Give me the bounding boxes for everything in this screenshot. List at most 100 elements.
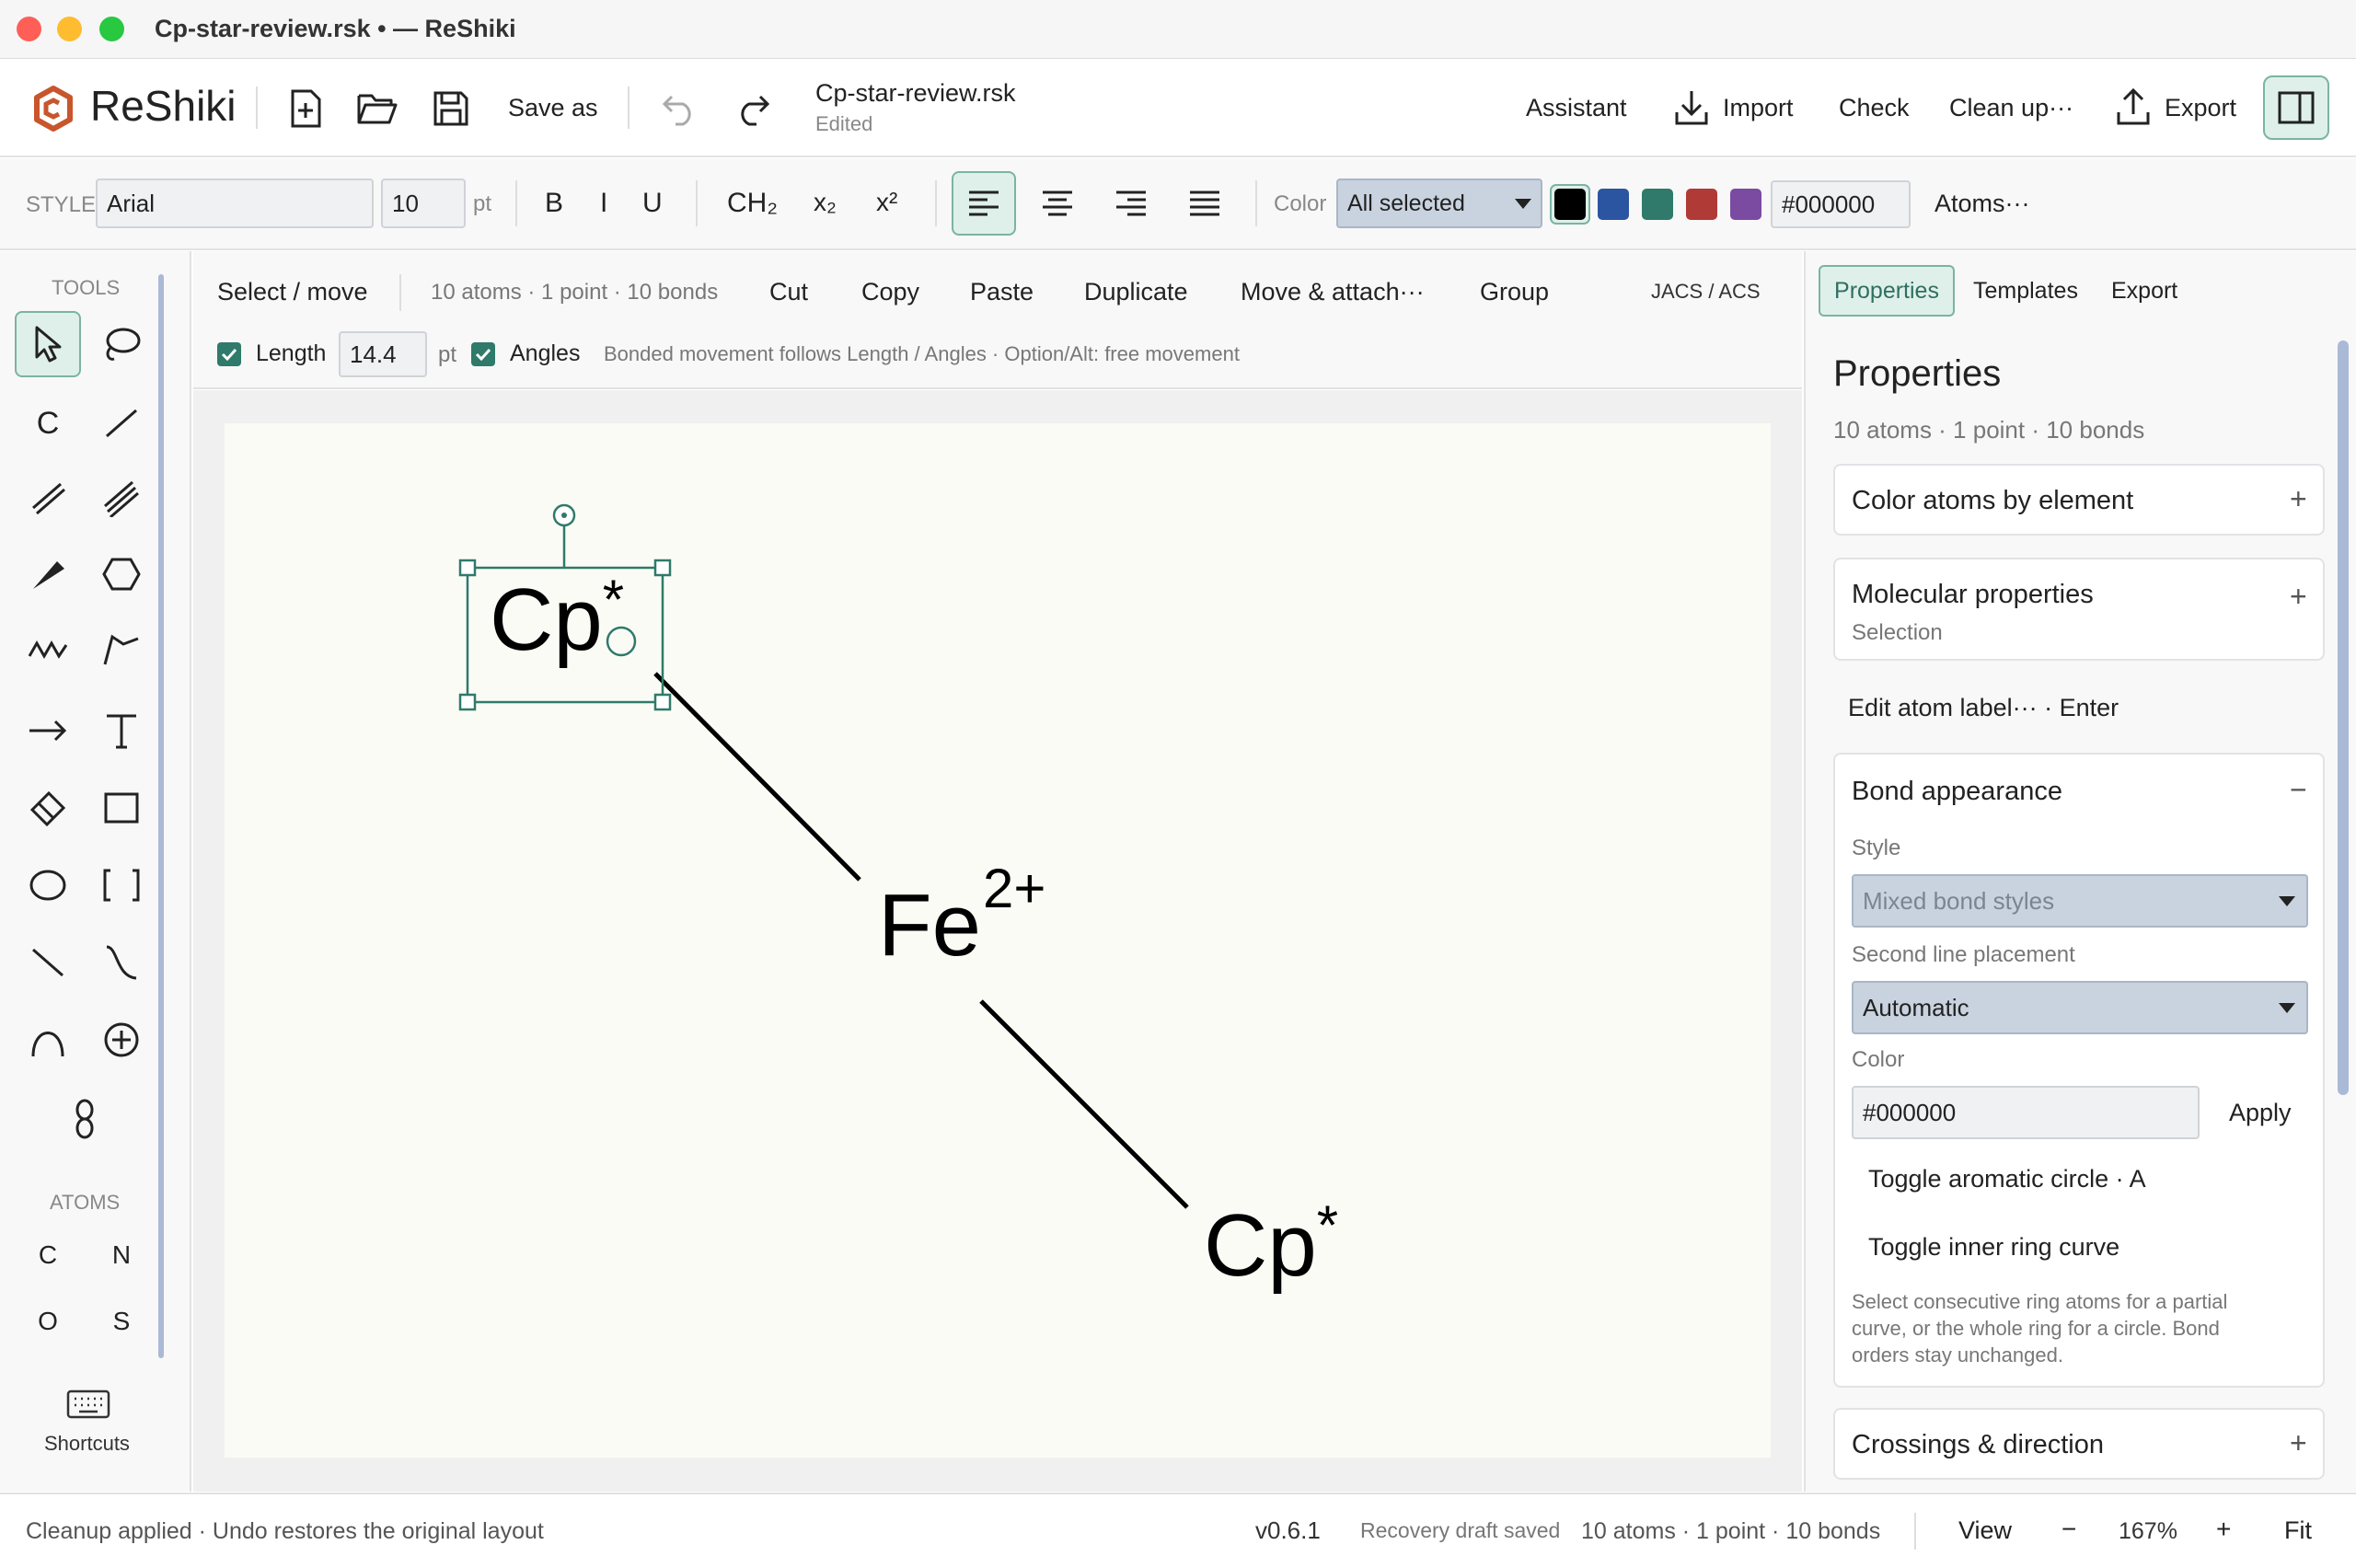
bold-button[interactable]: B [545, 188, 563, 219]
text-tool[interactable] [88, 698, 155, 764]
select-tool[interactable] [15, 311, 81, 377]
brackets-tool[interactable] [88, 852, 155, 918]
move-attach-button[interactable]: Move & attach··· [1241, 278, 1425, 306]
freeform-chain-tool[interactable] [88, 617, 155, 683]
tab-templates[interactable]: Templates [1973, 278, 2078, 305]
redo-button[interactable] [725, 81, 780, 136]
save-button[interactable] [423, 81, 479, 136]
bond-color-field[interactable]: #000000 [1852, 1086, 2200, 1139]
expand-plus-icon[interactable]: + [2290, 1426, 2307, 1460]
color-atoms-card[interactable]: Color atoms by element + [1833, 464, 2325, 536]
atom-n-button[interactable]: N [94, 1240, 149, 1270]
superscript-button[interactable]: x² [876, 188, 897, 217]
export-button[interactable]: Export [2165, 94, 2236, 122]
orbital-tool[interactable] [52, 1086, 118, 1152]
fit-button[interactable]: Fit [2284, 1516, 2312, 1545]
length-input[interactable]: 14.4 [339, 331, 427, 377]
atom-o-button[interactable]: O [20, 1307, 75, 1336]
wedge-bond-tool[interactable] [15, 541, 81, 607]
select-move-mode[interactable]: Select / move [217, 278, 368, 306]
double-bond-tool[interactable] [15, 466, 81, 532]
swatch-black[interactable] [1554, 189, 1586, 220]
arc-tool[interactable] [15, 1007, 81, 1073]
toggle-inner-ring-button[interactable]: Toggle inner ring curve [1868, 1233, 2119, 1262]
atom-label-cp-bottom[interactable]: Cp* [1204, 1198, 1338, 1290]
edit-atom-label-button[interactable]: Edit atom label··· · Enter [1848, 694, 2119, 722]
group-button[interactable]: Group [1480, 278, 1549, 306]
pointer-arrow-icon [35, 326, 62, 363]
ellipse-tool[interactable] [15, 852, 81, 918]
carbon-chain-tool[interactable]: C [15, 390, 81, 456]
align-center-button[interactable] [1025, 171, 1090, 236]
angles-checkbox[interactable] [471, 342, 495, 366]
length-checkbox[interactable] [217, 342, 241, 366]
expand-plus-icon[interactable]: + [2290, 580, 2307, 614]
ch2-button[interactable]: CH₂ [727, 188, 778, 219]
atom-label-fe[interactable]: Fe2+ [878, 861, 1045, 970]
open-file-button[interactable] [350, 81, 405, 136]
close-window-button[interactable] [17, 17, 41, 41]
ring-tool[interactable] [88, 541, 155, 607]
single-bond-tool[interactable] [88, 390, 155, 456]
atom-label-cp-top[interactable]: Cp* [490, 572, 624, 664]
triple-bond-tool[interactable] [88, 466, 155, 532]
new-file-button[interactable] [278, 81, 333, 136]
cut-button[interactable]: Cut [769, 278, 808, 306]
align-right-button[interactable] [1099, 171, 1163, 236]
cleanup-button[interactable]: Clean up··· [1949, 94, 2073, 122]
underline-button[interactable]: U [642, 188, 663, 219]
swatch-blue[interactable] [1598, 189, 1629, 220]
molecular-properties-card[interactable]: Molecular properties Selection + [1833, 558, 2325, 661]
shortcuts-button[interactable]: Shortcuts [44, 1432, 130, 1456]
italic-button[interactable]: I [600, 188, 607, 219]
check-button[interactable]: Check [1839, 94, 1910, 122]
keyboard-icon[interactable] [66, 1389, 110, 1424]
copy-button[interactable]: Copy [861, 278, 919, 306]
font-size-field[interactable]: 10 [381, 179, 466, 228]
expand-plus-icon[interactable]: + [2290, 482, 2307, 516]
right-panel-scrollbar[interactable] [2338, 340, 2349, 1095]
import-button[interactable]: Import [1723, 94, 1794, 122]
minimize-window-button[interactable] [57, 17, 82, 41]
charge-tool[interactable] [88, 1007, 155, 1073]
curve-tool[interactable] [88, 929, 155, 996]
collapse-minus-icon[interactable]: − [2290, 773, 2307, 807]
lasso-tool[interactable] [88, 311, 155, 377]
swatch-purple[interactable] [1730, 189, 1761, 220]
save-as-button[interactable]: Save as [508, 94, 598, 122]
hex-color-field[interactable]: #000000 [1771, 180, 1911, 228]
atom-s-button[interactable]: S [94, 1307, 149, 1336]
tab-properties[interactable]: Properties [1819, 265, 1955, 317]
assistant-button[interactable]: Assistant [1526, 94, 1627, 122]
crossings-card[interactable]: Crossings & direction + [1833, 1408, 2325, 1480]
font-family-field[interactable]: Arial [96, 179, 374, 228]
toggle-side-panel-button[interactable] [2263, 75, 2329, 140]
view-menu-button[interactable]: View [1958, 1516, 2012, 1545]
zoom-window-button[interactable] [99, 17, 124, 41]
paste-button[interactable]: Paste [970, 278, 1034, 306]
style-preset-button[interactable]: JACS / ACS [1651, 280, 1761, 304]
toggle-aromatic-button[interactable]: Toggle aromatic circle · A [1868, 1165, 2146, 1193]
arrow-tool[interactable] [15, 698, 81, 764]
subscript-button[interactable]: x₂ [814, 188, 837, 217]
tab-export[interactable]: Export [2111, 278, 2177, 305]
atom-c-button[interactable]: C [20, 1240, 75, 1270]
justify-button[interactable] [1172, 171, 1237, 236]
duplicate-button[interactable]: Duplicate [1084, 278, 1188, 306]
swatch-red[interactable] [1686, 189, 1717, 220]
rectangle-tool[interactable] [88, 775, 155, 841]
align-left-button[interactable] [952, 171, 1016, 236]
line-tool[interactable] [15, 929, 81, 996]
tools-scrollbar[interactable] [158, 274, 164, 1358]
apply-color-button[interactable]: Apply [2229, 1099, 2292, 1127]
swatch-teal[interactable] [1642, 189, 1673, 220]
undo-button[interactable] [652, 81, 707, 136]
eraser-tool[interactable] [15, 775, 81, 841]
second-line-select[interactable]: Automatic [1852, 981, 2308, 1034]
atoms-menu-button[interactable]: Atoms··· [1934, 190, 2030, 218]
color-scope-select[interactable]: All selected [1336, 179, 1542, 228]
zoom-out-button[interactable]: − [2062, 1515, 2076, 1544]
bond-style-select[interactable]: Mixed bond styles [1852, 874, 2308, 928]
zoom-in-button[interactable]: + [2216, 1515, 2231, 1544]
zigzag-chain-tool[interactable] [15, 617, 81, 683]
